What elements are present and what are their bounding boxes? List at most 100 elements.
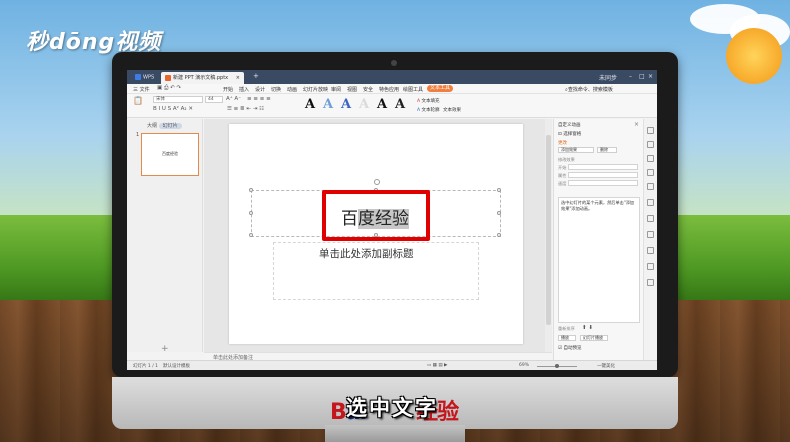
- search-commands[interactable]: ⌕查找命令、搜索模板: [565, 86, 613, 93]
- wps-logo-icon: [135, 74, 141, 80]
- font-name-select[interactable]: 宋体: [153, 96, 203, 103]
- menu-animation[interactable]: 动画: [287, 86, 297, 93]
- side-toolbar: [643, 119, 657, 360]
- maximize-icon[interactable]: □: [639, 73, 645, 80]
- text-outline-button[interactable]: A 文本轮廓: [417, 107, 440, 113]
- paste-icon[interactable]: 📋: [133, 96, 143, 105]
- speed-select[interactable]: [568, 180, 638, 186]
- side-tool-icon[interactable]: [647, 155, 654, 162]
- text-format-icons[interactable]: B I U S A² A₂ ✕: [153, 106, 193, 112]
- side-tool-icon[interactable]: [647, 183, 654, 190]
- start-label: 开始: [558, 165, 567, 170]
- add-effect-button[interactable]: 添加效果: [558, 147, 594, 153]
- minimize-icon[interactable]: –: [629, 73, 632, 80]
- slide-thumbnail[interactable]: 百度经验: [141, 133, 199, 176]
- thumbnail-title: 百度经验: [162, 151, 178, 156]
- vertical-scrollbar[interactable]: [545, 119, 552, 352]
- resize-handle[interactable]: [497, 233, 501, 237]
- font-size-buttons[interactable]: A⁺ A⁻: [226, 96, 241, 102]
- side-tool-icon[interactable]: [647, 231, 654, 238]
- beautify-button[interactable]: 一键美化: [597, 363, 615, 369]
- slides-panel: 大纲 幻灯片 1 百度经验 +: [127, 119, 203, 354]
- reorder-label: 重新排序: [558, 326, 575, 331]
- add-slide-button[interactable]: +: [161, 344, 169, 354]
- resize-handle[interactable]: [497, 211, 501, 215]
- menu-file[interactable]: 三 文件: [133, 86, 150, 93]
- close-tab-icon[interactable]: ×: [236, 75, 240, 81]
- art-style-4[interactable]: A: [359, 97, 369, 112]
- menu-insert[interactable]: 插入: [239, 86, 249, 93]
- menu-review[interactable]: 审阅: [331, 86, 341, 93]
- slide-info: 幻灯片 1 / 1: [133, 364, 159, 369]
- menu-home[interactable]: 开始: [223, 86, 233, 93]
- menu-slideshow[interactable]: 幻灯片放映: [303, 86, 328, 93]
- paragraph-icons[interactable]: ☰ ≡ ≣ ⇤ ⇥ ☷: [227, 106, 264, 112]
- side-tool-icon[interactable]: [647, 127, 654, 134]
- sync-status[interactable]: 未同步: [599, 73, 617, 82]
- side-tool-icon[interactable]: [647, 263, 654, 270]
- tab-document[interactable]: 新建 PPT 演示文稿.pptx ×: [161, 72, 244, 84]
- tab-wps[interactable]: WPS: [131, 72, 158, 84]
- wps-window: WPS 新建 PPT 演示文稿.pptx × + 未同步 – □ × 三 文件 …: [127, 70, 657, 370]
- text-fill-button[interactable]: A 文本填充: [417, 98, 440, 104]
- menu-design[interactable]: 设计: [255, 86, 265, 93]
- menu-transition[interactable]: 切换: [271, 86, 281, 93]
- menu-view[interactable]: 视图: [347, 86, 357, 93]
- slideshow-button[interactable]: 幻灯片播放: [580, 335, 608, 341]
- close-panel-icon[interactable]: ×: [634, 121, 639, 128]
- quick-access-icons[interactable]: ▣ ⎙ ↶ ↷: [157, 85, 181, 92]
- side-tool-icon[interactable]: [647, 141, 654, 148]
- notes-bar[interactable]: 单击此处添加备注: [204, 352, 552, 361]
- resize-handle[interactable]: [249, 188, 253, 192]
- delete-button[interactable]: 删除: [597, 147, 617, 153]
- reorder-arrows[interactable]: ⬆ ⬇: [582, 325, 593, 331]
- sun-icon: [726, 28, 782, 84]
- close-icon[interactable]: ×: [648, 73, 653, 80]
- highlight-box: [322, 190, 430, 241]
- change-label: 更改: [558, 141, 567, 146]
- scrollbar-thumb[interactable]: [546, 135, 551, 325]
- menu-special-apps[interactable]: 特色应用: [379, 86, 399, 93]
- resize-handle[interactable]: [249, 233, 253, 237]
- subtitle-caption: 选中文字: [346, 396, 438, 420]
- art-style-1[interactable]: A: [305, 97, 315, 112]
- zoom-slider-knob[interactable]: [555, 364, 559, 368]
- tab-outline[interactable]: 大纲: [147, 123, 157, 129]
- zoom-value[interactable]: 69%: [519, 363, 529, 368]
- play-button[interactable]: 播放: [558, 335, 576, 341]
- status-bar: 幻灯片 1 / 1 默认设计模板 ▭ ▦ ▤ ▶ 69% 一键美化: [127, 360, 657, 370]
- text-outline-icon: A: [417, 108, 421, 113]
- side-tool-icon[interactable]: [647, 279, 654, 286]
- align-icons[interactable]: ≡ ≡ ≡ ≡: [247, 96, 271, 102]
- speed-label: 速度: [558, 181, 567, 186]
- ribbon-toolbar: 📋 宋体 44 A⁺ A⁻ B I U S A² A₂ ✕ ☰ ≡ ≣ ⇤ ⇥ …: [127, 94, 657, 118]
- art-style-5[interactable]: A: [377, 97, 387, 112]
- view-buttons[interactable]: ▭ ▦ ▤ ▶: [427, 363, 448, 368]
- resize-handle[interactable]: [249, 211, 253, 215]
- start-select[interactable]: [568, 164, 638, 170]
- side-tool-icon[interactable]: [647, 199, 654, 206]
- font-size-select[interactable]: 44: [205, 96, 223, 103]
- art-style-3[interactable]: A: [341, 97, 351, 112]
- side-tool-icon[interactable]: [647, 215, 654, 222]
- side-tool-icon[interactable]: [647, 247, 654, 254]
- monitor-stand: [325, 425, 465, 442]
- select-pane-link[interactable]: ⊡ 选择窗格: [558, 131, 581, 137]
- menu-text-tools[interactable]: 文本工具: [427, 85, 454, 92]
- tab-slides[interactable]: 幻灯片: [158, 123, 182, 129]
- new-tab-button[interactable]: +: [249, 70, 263, 82]
- side-tool-icon[interactable]: [647, 169, 654, 176]
- subtitle-text[interactable]: 单击此处添加副标题: [319, 246, 414, 261]
- property-select[interactable]: [568, 172, 638, 178]
- animation-list[interactable]: 选中幻灯片的某个元素，然后单击"添加效果"添加动画。: [558, 197, 640, 323]
- text-effect-button[interactable]: 文本效果: [443, 107, 461, 113]
- art-style-2[interactable]: A: [323, 97, 333, 112]
- resize-handle[interactable]: [497, 188, 501, 192]
- autopreview-checkbox[interactable]: ☑ 自动预览: [558, 345, 581, 351]
- menu-security[interactable]: 安全: [363, 86, 373, 93]
- text-fill-icon: A: [417, 99, 421, 104]
- art-style-6[interactable]: A: [395, 97, 405, 112]
- rotate-handle[interactable]: [374, 179, 380, 185]
- slide-number: 1: [136, 132, 140, 138]
- menu-drawing-tools[interactable]: 绘图工具: [403, 86, 423, 93]
